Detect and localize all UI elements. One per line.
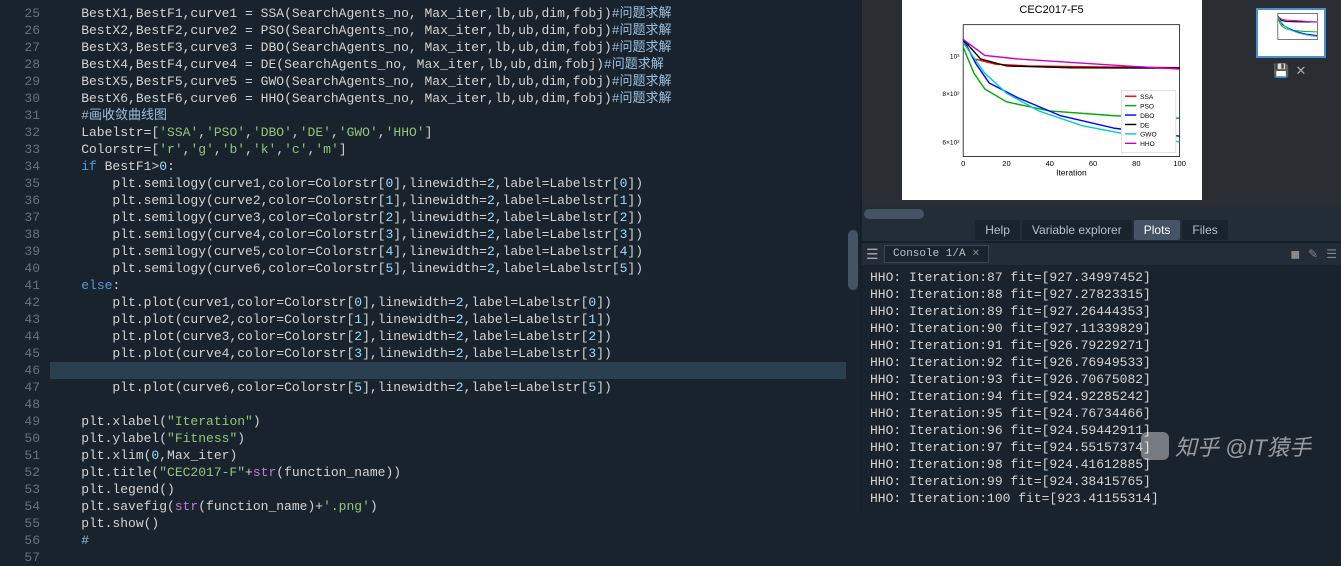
svg-text:6×10²: 6×10² <box>942 140 960 147</box>
plot-figure: CEC2017-F5 SSA PSO DBO DE GWO HHO 0 20 40 60 80 100… <box>902 0 1202 200</box>
svg-text:DBO: DBO <box>1140 113 1154 120</box>
svg-text:20: 20 <box>1002 159 1010 168</box>
console-tabs: ☰ Console 1/A ✕ ◼ ✎ ☰ <box>862 243 1341 265</box>
panel-tabs: Help Variable explorer Plots Files <box>862 220 1341 241</box>
tab-variable-explorer[interactable]: Variable explorer <box>1022 220 1132 240</box>
svg-text:0: 0 <box>961 159 965 168</box>
svg-text:10³: 10³ <box>949 53 959 60</box>
svg-text:GWO: GWO <box>1140 132 1156 139</box>
svg-text:DE: DE <box>1140 122 1150 129</box>
console-panel: ☰ Console 1/A ✕ ◼ ✎ ☰ HHO: Iteration:87 … <box>862 241 1341 511</box>
svg-text:SSA: SSA <box>1140 94 1154 101</box>
plot-title: CEC2017-F5 <box>902 4 1202 16</box>
code-editor[interactable]: 2526272829303132333435363738394041424344… <box>0 0 860 511</box>
svg-text:40: 40 <box>1045 159 1053 168</box>
tab-help[interactable]: Help <box>975 220 1020 240</box>
console-output[interactable]: HHO: Iteration:87 fit=[927.34997452]HHO:… <box>862 265 1341 511</box>
console-tab-label: Console 1/A <box>893 248 966 260</box>
plot-panel: CEC2017-F5 SSA PSO DBO DE GWO HHO 0 20 40 60 80 100… <box>862 0 1341 207</box>
tab-files[interactable]: Files <box>1182 220 1227 240</box>
svg-text:HHO: HHO <box>1140 141 1155 148</box>
line-gutter: 2526272829303132333435363738394041424344… <box>0 0 50 511</box>
console-options-icon[interactable]: ☰ <box>1326 247 1337 262</box>
svg-text:80: 80 <box>1132 159 1140 168</box>
plot-svg: SSA PSO DBO DE GWO HHO 0 20 40 60 80 100 Iteration 6×… <box>932 20 1192 180</box>
code-area[interactable]: BestX1,BestF1,curve1 = SSA(SearchAgents_… <box>50 0 860 511</box>
editor-scrollbar-thumb[interactable] <box>848 230 858 290</box>
right-panel: CEC2017-F5 SSA PSO DBO DE GWO HHO 0 20 40 60 80 100… <box>860 0 1341 511</box>
svg-text:60: 60 <box>1088 159 1096 168</box>
plot-scrollbar[interactable] <box>862 207 1341 219</box>
console-stop-icon[interactable]: ◼ <box>1290 247 1300 262</box>
svg-text:100: 100 <box>1173 159 1186 168</box>
close-plot-icon[interactable]: ✕ <box>1293 64 1309 80</box>
plot-thumbnail[interactable] <box>1256 8 1326 58</box>
plot-thumbnails: 💾 ✕ <box>1241 0 1341 207</box>
console-edit-icon[interactable]: ✎ <box>1308 247 1318 262</box>
plot-main[interactable]: CEC2017-F5 SSA PSO DBO DE GWO HHO 0 20 40 60 80 100… <box>862 0 1241 207</box>
svg-text:Iteration: Iteration <box>1056 167 1087 177</box>
svg-text:PSO: PSO <box>1140 103 1154 110</box>
console-tab-close-icon[interactable]: ✕ <box>972 248 980 260</box>
console-tab[interactable]: Console 1/A ✕ <box>884 245 989 263</box>
plot-scrollbar-thumb[interactable] <box>864 209 924 219</box>
tab-plots[interactable]: Plots <box>1134 220 1181 240</box>
save-plot-icon[interactable]: 💾 <box>1273 64 1289 80</box>
svg-text:8×10²: 8×10² <box>942 91 960 98</box>
editor-scrollbar[interactable] <box>846 0 860 511</box>
console-menu-icon[interactable]: ☰ <box>866 247 880 261</box>
